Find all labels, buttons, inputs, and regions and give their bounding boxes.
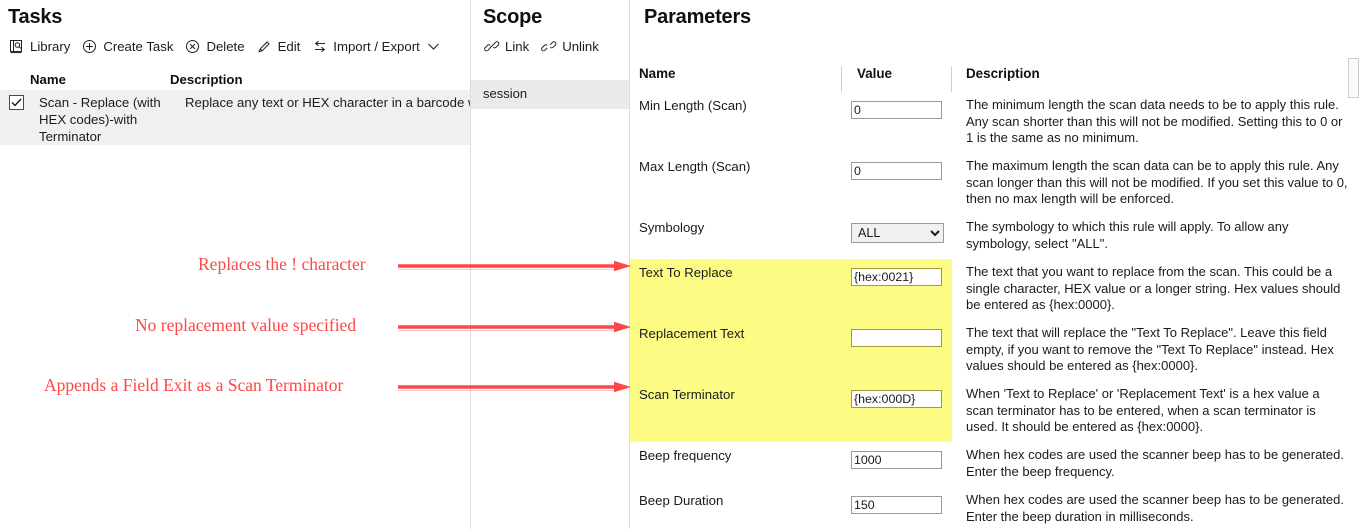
- parameter-row-min-length: Min Length (Scan) The minimum length the…: [630, 92, 1360, 153]
- app-root: Tasks Library: [0, 0, 1360, 529]
- create-task-button[interactable]: Create Task: [81, 38, 184, 55]
- parameter-value-cell: [842, 487, 952, 529]
- tasks-header-description: Description: [170, 72, 470, 87]
- parameters-panel: Parameters Name Value Description Min Le…: [630, 0, 1360, 529]
- create-task-label: Create Task: [103, 39, 173, 54]
- parameter-label: Replacement Text: [630, 320, 842, 381]
- parameters-scrollbar[interactable]: [1347, 40, 1360, 529]
- tasks-table-header: Name Description: [0, 58, 470, 90]
- parameters-header-name: Name: [630, 66, 842, 92]
- parameter-description: The minimum length the scan data needs t…: [952, 92, 1360, 153]
- parameter-label: Min Length (Scan): [630, 92, 842, 153]
- symbology-select[interactable]: ALL: [851, 223, 944, 243]
- delete-button[interactable]: Delete: [184, 38, 255, 55]
- scan-terminator-input[interactable]: [851, 390, 942, 408]
- parameter-description: The text that you want to replace from t…: [952, 259, 1360, 320]
- tasks-panel-title: Tasks: [0, 0, 470, 30]
- pencil-icon: [256, 38, 273, 55]
- parameter-value-cell: [842, 381, 952, 442]
- unlink-label: Unlink: [562, 39, 599, 54]
- parameter-row-text-to-replace: Text To Replace The text that you want t…: [630, 259, 1360, 320]
- parameter-description: When hex codes are used the scanner beep…: [952, 487, 1360, 529]
- text-to-replace-input[interactable]: [851, 268, 942, 286]
- scope-list: session: [471, 80, 629, 109]
- parameter-row-beep-frequency: Beep frequency When hex codes are used t…: [630, 442, 1360, 487]
- parameter-value-cell: [842, 153, 952, 214]
- max-length-input[interactable]: [851, 162, 942, 180]
- import-export-button[interactable]: Import / Export: [311, 38, 450, 55]
- parameter-description: When hex codes are used the scanner beep…: [952, 442, 1360, 487]
- parameter-row-scan-terminator: Scan Terminator When 'Text to Replace' o…: [630, 381, 1360, 442]
- library-icon: [8, 38, 25, 55]
- delete-label: Delete: [206, 39, 244, 54]
- parameter-value-cell: [842, 92, 952, 153]
- parameters-panel-title: Parameters: [630, 0, 1360, 30]
- link-button[interactable]: Link: [483, 38, 540, 55]
- parameter-value-cell: [842, 259, 952, 320]
- task-checkbox[interactable]: [9, 95, 24, 110]
- unlink-icon: [540, 38, 557, 55]
- list-item[interactable]: session: [471, 80, 629, 109]
- tasks-toolbar: Library Create Task: [0, 30, 470, 58]
- import-export-icon: [311, 38, 328, 55]
- parameter-row-replacement-text: Replacement Text The text that will repl…: [630, 320, 1360, 381]
- parameter-description: When 'Text to Replace' or 'Replacement T…: [952, 381, 1360, 442]
- beep-duration-input[interactable]: [851, 496, 942, 514]
- scrollbar-thumb[interactable]: [1348, 58, 1359, 98]
- parameters-table-header: Name Value Description: [630, 66, 1360, 92]
- unlink-button[interactable]: Unlink: [540, 38, 610, 55]
- parameter-label: Beep frequency: [630, 442, 842, 487]
- parameters-header-description: Description: [952, 66, 1360, 81]
- parameter-label: Text To Replace: [630, 259, 842, 320]
- parameter-description: The maximum length the scan data can be …: [952, 153, 1360, 214]
- task-row-checkbox-cell: [0, 94, 39, 145]
- parameter-label: Scan Terminator: [630, 381, 842, 442]
- import-export-label: Import / Export: [333, 39, 419, 54]
- chevron-down-icon[interactable]: [427, 40, 440, 53]
- library-button[interactable]: Library: [8, 38, 81, 55]
- link-label: Link: [505, 39, 529, 54]
- tasks-panel: Tasks Library: [0, 0, 470, 529]
- parameter-label: Beep Duration: [630, 487, 842, 529]
- parameter-value-cell: ALL: [842, 214, 952, 259]
- parameter-row-beep-duration: Beep Duration When hex codes are used th…: [630, 487, 1360, 529]
- x-circle-icon: [184, 38, 201, 55]
- parameter-row-max-length: Max Length (Scan) The maximum length the…: [630, 153, 1360, 214]
- min-length-input[interactable]: [851, 101, 942, 119]
- plus-circle-icon: [81, 38, 98, 55]
- parameter-label: Max Length (Scan): [630, 153, 842, 214]
- parameter-row-symbology: Symbology ALL The symbology to which thi…: [630, 214, 1360, 259]
- edit-label: Edit: [278, 39, 301, 54]
- link-icon: [483, 38, 500, 55]
- tasks-header-name: Name: [30, 72, 170, 87]
- library-label: Library: [30, 39, 70, 54]
- parameter-description: The symbology to which this rule will ap…: [952, 214, 1360, 259]
- parameters-header-value: Value: [842, 66, 952, 92]
- beep-frequency-input[interactable]: [851, 451, 942, 469]
- task-row-name: Scan - Replace (with HEX codes)-with Ter…: [39, 94, 185, 145]
- parameter-description: The text that will replace the "Text To …: [952, 320, 1360, 381]
- replacement-text-input[interactable]: [851, 329, 942, 347]
- parameter-value-cell: [842, 442, 952, 487]
- edit-button[interactable]: Edit: [256, 38, 312, 55]
- scope-panel-title: Scope: [471, 0, 629, 30]
- scope-panel: Scope Link U: [470, 0, 630, 529]
- parameter-value-cell: [842, 320, 952, 381]
- scope-toolbar: Link Unlink: [471, 30, 629, 58]
- task-row-description: Replace any text or HEX character in a b…: [185, 94, 470, 145]
- parameter-label: Symbology: [630, 214, 842, 259]
- table-row[interactable]: Scan - Replace (with HEX codes)-with Ter…: [0, 90, 470, 145]
